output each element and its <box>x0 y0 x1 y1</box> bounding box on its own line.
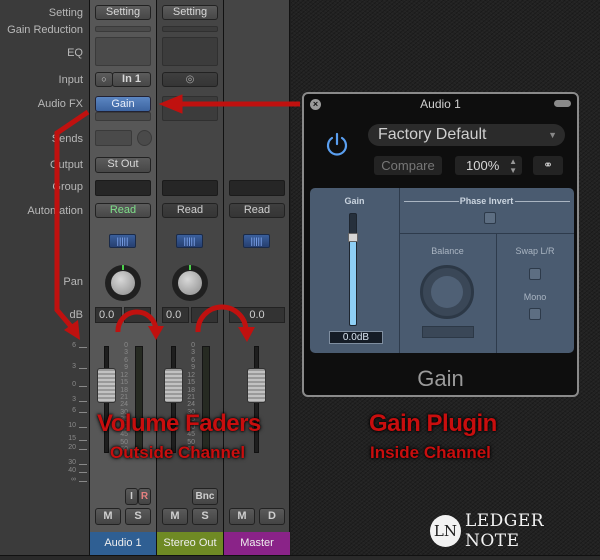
arrow-stereo-out-to-master <box>195 304 255 342</box>
annotation-gain-plugin: Gain Plugin <box>369 410 497 437</box>
annotation-inside-channel: Inside Channel <box>370 443 491 462</box>
arrow-fader-to-stereo-out <box>115 309 164 340</box>
arrow-gain-to-fader <box>54 109 90 340</box>
annotation-volume-faders: Volume Faders <box>97 410 261 437</box>
annotation-outside-channel: Outside Channel <box>110 443 246 462</box>
arrow-plugin-to-gain-slot <box>158 94 300 114</box>
ledger-note-logo: LN LEDGER NOTE <box>430 511 600 551</box>
logo-text: LEDGER NOTE <box>464 511 545 551</box>
logo-mark: LN <box>430 515 461 547</box>
mixer-screenshot: Setting Gain Reduction EQ Input Audio FX… <box>0 0 600 560</box>
annotation-arrows <box>54 94 300 342</box>
